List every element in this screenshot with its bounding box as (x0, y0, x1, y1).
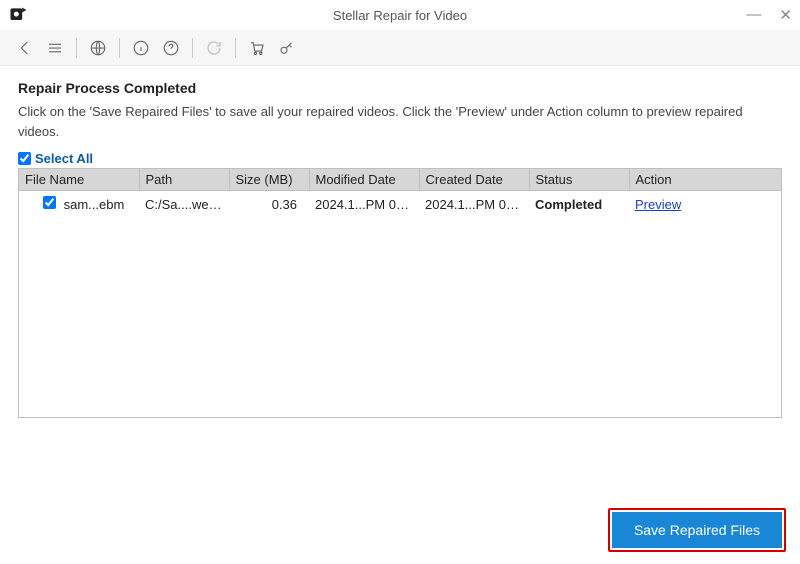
activation-button[interactable] (272, 35, 302, 61)
col-path[interactable]: Path (139, 169, 229, 191)
cart-button[interactable] (242, 35, 272, 61)
filename-text: sam...ebm (64, 197, 125, 212)
help-button[interactable] (156, 35, 186, 61)
footer: Save Repaired Files (608, 508, 786, 552)
save-button-highlight: Save Repaired Files (608, 508, 786, 552)
select-all-input[interactable] (18, 152, 31, 165)
separator (235, 38, 236, 58)
titlebar: Stellar Repair for Video — ✕ (0, 0, 800, 30)
separator (119, 38, 120, 58)
page-heading: Repair Process Completed (18, 80, 782, 96)
file-table: File Name Path Size (MB) Modified Date C… (18, 168, 782, 418)
language-button[interactable] (83, 35, 113, 61)
col-size[interactable]: Size (MB) (229, 169, 309, 191)
table-header-row: File Name Path Size (MB) Modified Date C… (19, 169, 781, 191)
save-repaired-files-button[interactable]: Save Repaired Files (612, 512, 782, 548)
window-controls: — ✕ (746, 6, 792, 24)
cell-modified: 2024.1...PM 02:07 (309, 191, 419, 218)
cell-filename: sam...ebm (19, 191, 139, 218)
separator (76, 38, 77, 58)
select-all-label: Select All (35, 151, 93, 166)
refresh-button[interactable] (199, 35, 229, 61)
main-content: Repair Process Completed Click on the 'S… (0, 66, 800, 418)
hamburger-icon (46, 39, 64, 57)
cell-status: Completed (529, 191, 629, 218)
key-icon (278, 39, 296, 57)
refresh-icon (205, 39, 223, 57)
back-button[interactable] (10, 35, 40, 61)
col-created[interactable]: Created Date (419, 169, 529, 191)
separator (192, 38, 193, 58)
minimize-button[interactable]: — (746, 6, 761, 24)
cart-icon (248, 39, 266, 57)
row-checkbox[interactable] (43, 196, 56, 209)
info-icon (132, 39, 150, 57)
cell-created: 2024.1...PM 02:06 (419, 191, 529, 218)
globe-icon (89, 39, 107, 57)
page-subtext: Click on the 'Save Repaired Files' to sa… (18, 102, 778, 141)
close-button[interactable]: ✕ (779, 6, 792, 24)
info-button[interactable] (126, 35, 156, 61)
app-icon (8, 5, 28, 25)
select-all-checkbox[interactable]: Select All (18, 151, 782, 166)
cell-path: C:/Sa....webm (139, 191, 229, 218)
toolbar (0, 30, 800, 66)
arrow-left-icon (16, 39, 34, 57)
menu-button[interactable] (40, 35, 70, 61)
col-modified[interactable]: Modified Date (309, 169, 419, 191)
cell-size: 0.36 (229, 191, 309, 218)
preview-link[interactable]: Preview (635, 197, 681, 212)
window-title: Stellar Repair for Video (0, 8, 800, 23)
table-row[interactable]: sam...ebm C:/Sa....webm 0.36 2024.1...PM… (19, 191, 781, 218)
cell-action: Preview (629, 191, 781, 218)
help-icon (162, 39, 180, 57)
col-status[interactable]: Status (529, 169, 629, 191)
col-filename[interactable]: File Name (19, 169, 139, 191)
col-action[interactable]: Action (629, 169, 781, 191)
